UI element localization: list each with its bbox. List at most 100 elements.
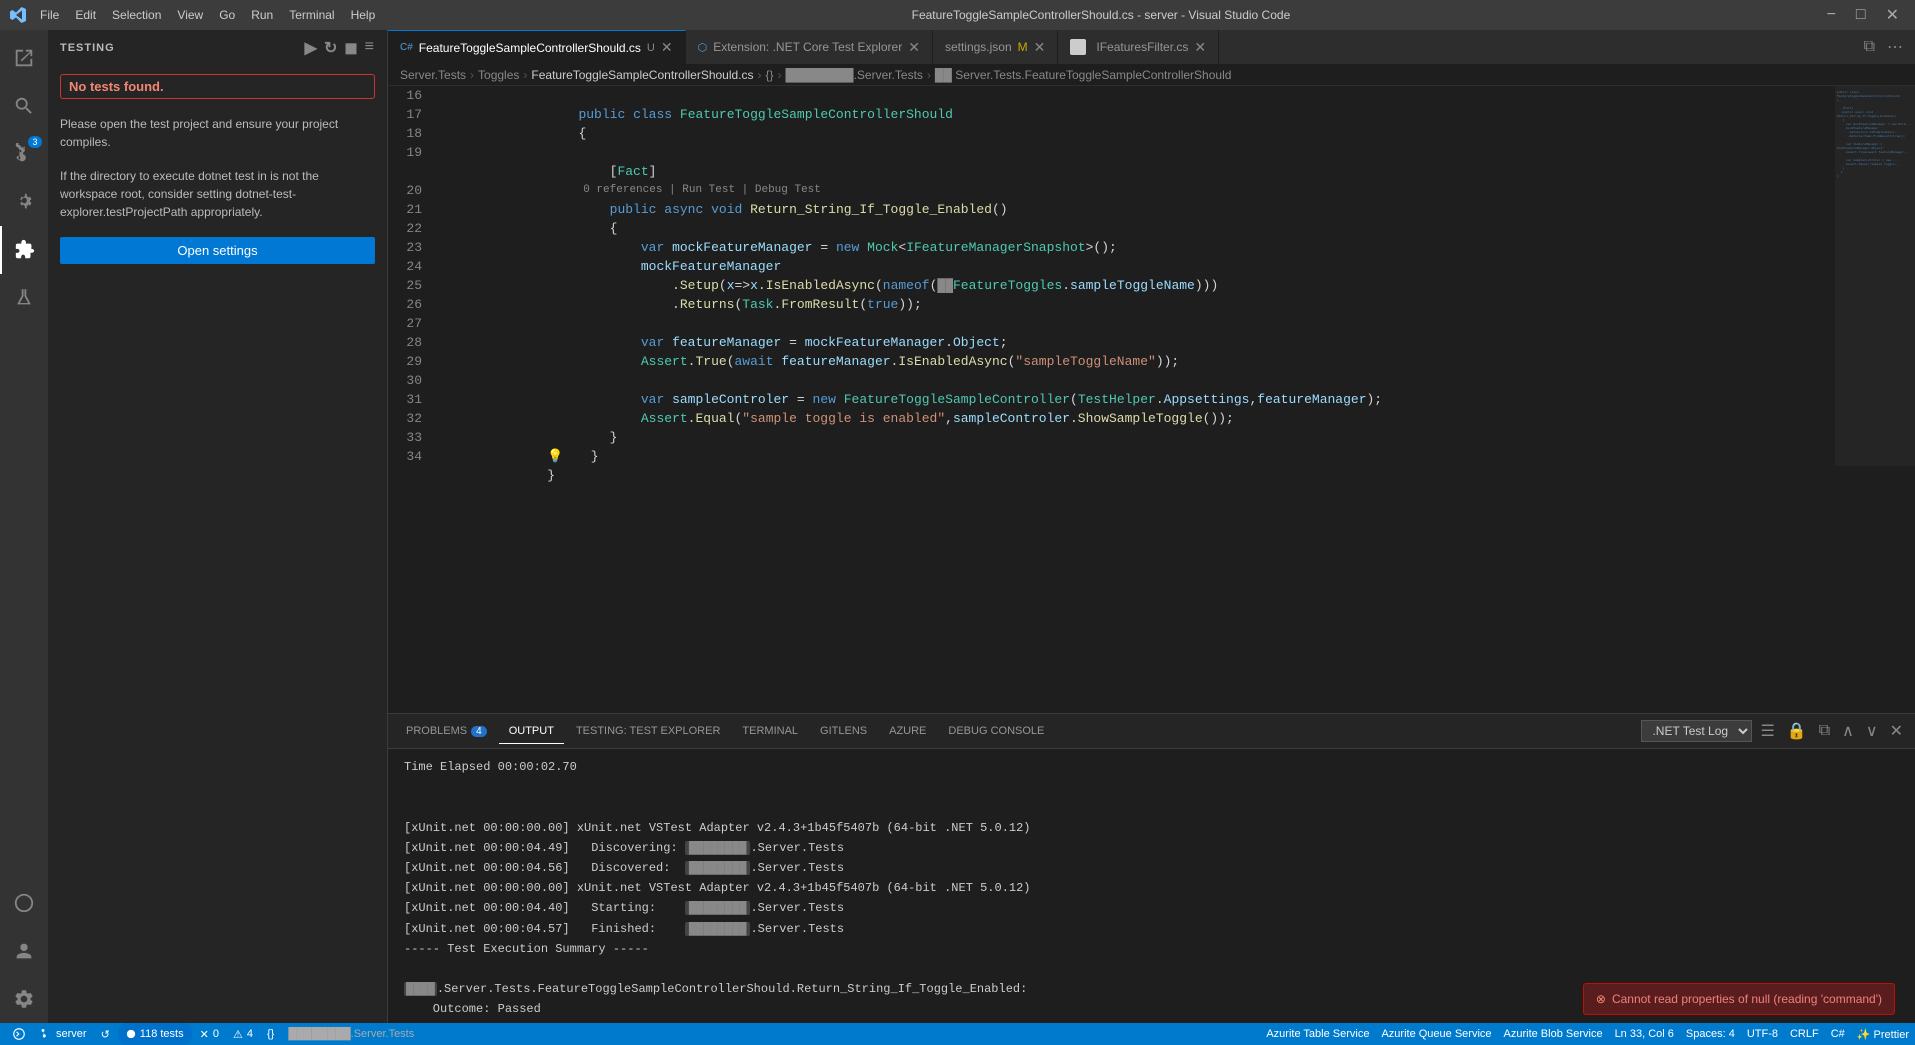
tab-label-1: Extension: .NET Core Test Explorer (713, 40, 902, 54)
refresh-tests-icon[interactable]: ↻ (324, 38, 338, 58)
tab-icon-extension: ⬡ (698, 41, 708, 54)
tab-label-3: IFeaturesFilter.cs (1096, 40, 1188, 54)
ln-34: 34 (396, 447, 422, 466)
error-notification: ⊗ Cannot read properties of null (readin… (1583, 983, 1895, 1015)
panel-tab-testing[interactable]: TESTING: TEST EXPLORER (566, 719, 730, 744)
code-line-18 (438, 124, 1815, 143)
tab-extension[interactable]: ⬡ Extension: .NET Core Test Explorer ✕ (686, 30, 933, 65)
tabs-right-actions: ⧉ ⋯ (1860, 35, 1915, 59)
status-prettier[interactable]: ✨ Prettier (1851, 1023, 1915, 1045)
menu-view[interactable]: View (171, 6, 209, 24)
status-eol[interactable]: CRLF (1784, 1023, 1825, 1045)
menu-terminal[interactable]: Terminal (283, 6, 340, 24)
activity-remote[interactable] (0, 879, 48, 927)
panel-tab-gitlens[interactable]: GITLENS (810, 719, 877, 744)
activity-run-debug[interactable] (0, 178, 48, 226)
cs-file-icon: C# (400, 42, 413, 53)
tab-close-0[interactable]: ✕ (661, 39, 673, 56)
menu-file[interactable]: File (34, 6, 65, 24)
output-line-4: [xUnit.net 00:00:04.49] Discovering: ███… (404, 839, 1899, 858)
menu-selection[interactable]: Selection (106, 6, 167, 24)
status-warning-count: 4 (247, 1028, 253, 1040)
panel-list-icon[interactable]: ☰ (1756, 719, 1778, 743)
output-line-5: [xUnit.net 00:00:04.56] Discovered: ████… (404, 859, 1899, 878)
status-sync[interactable]: ↺ (95, 1023, 116, 1045)
panel-tab-problems[interactable]: PROBLEMS4 (396, 719, 497, 744)
menu-help[interactable]: Help (345, 6, 382, 24)
activity-explorer[interactable] (0, 34, 48, 82)
panel-tab-debug[interactable]: DEBUG CONSOLE (938, 719, 1054, 744)
panel-tab-output[interactable]: OUTPUT (499, 719, 564, 744)
collapse-icon[interactable]: ≡ (365, 38, 375, 58)
output-line-3: [xUnit.net 00:00:00.00] xUnit.net VSTest… (404, 819, 1899, 838)
status-source-control[interactable]: server (34, 1023, 93, 1045)
panel-tab-azure[interactable]: AZURE (879, 719, 936, 744)
split-editor-icon[interactable]: ⧉ (1860, 36, 1879, 58)
tabs-bar: C# FeatureToggleSampleControllerShould.c… (388, 30, 1915, 65)
breadcrumb: Server.Tests › Toggles › FeatureToggleSa… (388, 65, 1915, 86)
panel-close-icon[interactable]: ✕ (1886, 719, 1907, 743)
panel-copy-icon[interactable]: ⧉ (1815, 720, 1834, 742)
maximize-button[interactable]: □ (1850, 4, 1872, 26)
status-errors[interactable]: ✕ 0 (194, 1023, 225, 1045)
activity-extensions[interactable] (0, 226, 48, 274)
activity-testing[interactable] (0, 274, 48, 322)
close-button[interactable]: ✕ (1880, 3, 1905, 27)
tab-feature-toggle[interactable]: C# FeatureToggleSampleControllerShould.c… (388, 30, 686, 65)
output-source-select[interactable]: .NET Test Log Output (1641, 720, 1752, 742)
status-tests[interactable]: 118 tests (118, 1023, 192, 1045)
status-cursor-pos[interactable]: Ln 33, Col 6 (1609, 1023, 1680, 1045)
tab-label-0: FeatureToggleSampleControllerShould.cs (419, 41, 641, 55)
stop-tests-icon[interactable]: ◼ (344, 38, 358, 58)
output-content[interactable]: Time Elapsed 00:00:02.70 [xUnit.net 00:0… (388, 749, 1915, 1023)
activity-search[interactable] (0, 82, 48, 130)
panel-lock-icon[interactable]: 🔒 (1783, 719, 1811, 743)
menu-edit[interactable]: Edit (69, 6, 102, 24)
code-editor[interactable]: 16 17 18 19 20 21 22 23 24 25 26 27 28 (388, 86, 1915, 713)
status-azurite-blob[interactable]: Azurite Blob Service (1498, 1023, 1609, 1045)
breadcrumb-part-4: ████████.Server.Tests (786, 68, 923, 82)
ln-26: 26 (396, 295, 422, 314)
activity-source-control[interactable]: 3 (0, 130, 48, 178)
tab-settings[interactable]: settings.json M ✕ (933, 30, 1058, 65)
activity-settings[interactable] (0, 975, 48, 1023)
tab-close-2[interactable]: ✕ (1034, 39, 1046, 56)
titlebar-left: File Edit Selection View Go Run Terminal… (10, 6, 381, 24)
status-warnings[interactable]: ⚠ 4 (227, 1023, 259, 1045)
ln-18: 18 (396, 124, 422, 143)
status-brackets[interactable]: {} (261, 1023, 280, 1045)
code-line-30: var sampleControler = new FeatureToggleS… (438, 371, 1815, 390)
status-azurite-queue[interactable]: Azurite Queue Service (1375, 1023, 1497, 1045)
ln-24: 24 (396, 257, 422, 276)
status-encoding[interactable]: UTF-8 (1741, 1023, 1784, 1045)
breadcrumb-part-5: ██ Server.Tests.FeatureToggleSampleContr… (935, 68, 1231, 82)
code-line-16: public class FeatureToggleSampleControll… (438, 86, 1815, 105)
run-tests-icon[interactable]: ▶ (305, 38, 318, 58)
status-azurite-table[interactable]: Azurite Table Service (1260, 1023, 1375, 1045)
code-line-19: [Fact] (438, 143, 1815, 162)
open-settings-button[interactable]: Open settings (60, 237, 375, 264)
ln-20: 20 (396, 181, 422, 200)
minimize-button[interactable]: − (1821, 4, 1842, 26)
output-line-7: [xUnit.net 00:00:04.40] Starting: ██████… (404, 899, 1899, 918)
code-content: 16 17 18 19 20 21 22 23 24 25 26 27 28 (388, 86, 1915, 466)
status-right: Azurite Table Service Azurite Queue Serv… (1260, 1023, 1915, 1045)
status-remote[interactable] (6, 1023, 32, 1045)
tab-features-filter[interactable]: IFeaturesFilter.cs ✕ (1058, 30, 1219, 65)
panel-tab-terminal[interactable]: TERMINAL (732, 719, 808, 744)
tab-close-1[interactable]: ✕ (908, 39, 920, 56)
tab-close-3[interactable]: ✕ (1194, 39, 1206, 56)
status-language[interactable]: C# (1825, 1023, 1851, 1045)
more-actions-icon[interactable]: ⋯ (1883, 35, 1907, 59)
menu-run[interactable]: Run (245, 6, 279, 24)
error-icon: ✕ (200, 1028, 209, 1041)
sidebar: TESTING ▶ ↻ ◼ ≡ No tests found. Please o… (48, 30, 388, 1023)
breadcrumb-sep-1: › (523, 68, 527, 82)
status-spaces[interactable]: Spaces: 4 (1680, 1023, 1741, 1045)
panel-minimize-icon[interactable]: ∨ (1862, 719, 1882, 743)
activity-accounts[interactable] (0, 927, 48, 975)
ln-31: 31 (396, 390, 422, 409)
panel-maximize-icon[interactable]: ∧ (1838, 719, 1858, 743)
menu-go[interactable]: Go (213, 6, 241, 24)
breadcrumb-part-1: Toggles (478, 68, 519, 82)
